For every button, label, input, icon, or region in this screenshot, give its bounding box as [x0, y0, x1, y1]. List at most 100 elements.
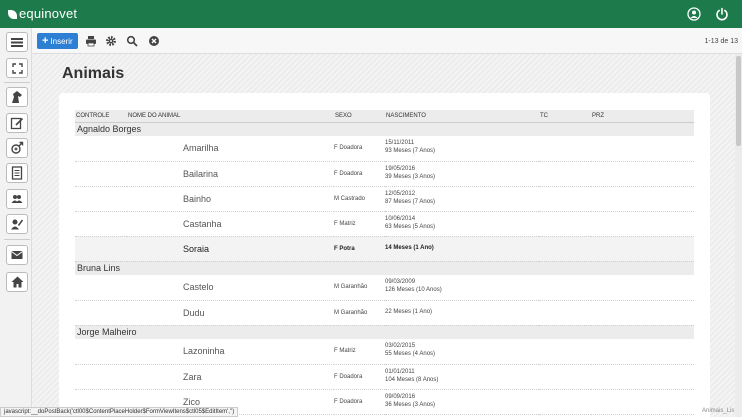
column-header[interactable]: TC	[539, 110, 591, 123]
nav-home-button[interactable]	[6, 272, 28, 292]
column-header[interactable]: CONTROLE	[75, 110, 127, 123]
logo-text: equinovet	[19, 6, 78, 21]
edit-icon	[10, 117, 24, 130]
animal-name[interactable]: Bainho	[127, 186, 334, 212]
print-icon[interactable]	[85, 35, 97, 47]
status-bar-right: Animais_Lis	[702, 408, 735, 414]
owner-name: Agnaldo Borges	[75, 122, 694, 136]
search-icon[interactable]	[126, 35, 138, 47]
fullscreen-button[interactable]	[6, 58, 28, 78]
owner-group-row: Jorge Malheiro	[75, 325, 694, 339]
birth-date: 15/11/2011	[385, 140, 415, 147]
table-header-row: CONTROLE NOME DO ANIMAL SEXO NASCIMENTO …	[75, 110, 694, 123]
table-row[interactable]: Bainho M Castrado 12/05/2012 87 Meses (7 An…	[75, 186, 694, 212]
document-icon	[11, 166, 23, 180]
table-row[interactable]: Bailarina F Doadora 19/05/2016 39 Meses (3 …	[75, 161, 694, 187]
animal-age: 39 Meses (3 Anos)	[385, 173, 436, 180]
left-rail	[0, 28, 32, 417]
nav-animals-button[interactable]	[6, 87, 28, 107]
user-icon[interactable]	[687, 7, 701, 21]
animal-name[interactable]: Bailarina	[127, 161, 334, 187]
nav-records-button[interactable]	[6, 113, 28, 133]
column-header[interactable]: SEXO	[334, 110, 385, 123]
animal-age: 55 Meses (4 Anos)	[385, 351, 436, 358]
nav-reports-button[interactable]	[6, 163, 28, 183]
animal-birth: 19/05/2016 39 Meses (3 Anos)	[385, 161, 539, 187]
column-header[interactable]: NOME DO ANIMAL	[127, 110, 334, 123]
insert-button[interactable]: + Inserir	[37, 33, 78, 49]
animal-age: 22 Meses (1 Ano)	[385, 308, 433, 315]
rail-divider	[4, 82, 30, 83]
animal-age: 104 Meses (8 Anos)	[385, 376, 439, 383]
birth-date: 01/01/2011	[385, 368, 415, 375]
animal-birth: 22 Meses (1 Ano)	[385, 300, 539, 326]
animal-sex: F Matriz	[334, 211, 385, 237]
nav-messages-button[interactable]	[6, 245, 28, 265]
animal-birth: 03/02/2015 55 Meses (4 Anos)	[385, 339, 539, 365]
animal-name[interactable]: Castanha	[127, 211, 334, 237]
leaf-icon	[8, 10, 17, 19]
animal-name[interactable]: Lazoninha	[127, 339, 334, 365]
table-row[interactable]: Lazoninha F Matriz 03/02/2015 55 Meses (4 A…	[75, 339, 694, 365]
animal-birth: 14 Meses (1 Ano)	[385, 236, 539, 262]
rail-divider	[4, 239, 30, 240]
birth-date: 03/02/2015	[385, 343, 416, 350]
scrollbar-thumb[interactable]	[736, 56, 741, 146]
animal-sex: F Matriz	[334, 339, 385, 365]
expand-icon	[11, 62, 23, 74]
main-content: Animais CONTROLE NOME DO ANIMAL SEXO NAS…	[32, 54, 742, 417]
animal-sex: M Castrado	[334, 186, 385, 212]
animal-name[interactable]: Dudu	[127, 300, 334, 326]
table-row[interactable]: Amarilha F Doadora 15/11/2011 93 Meses (7 A…	[75, 136, 694, 162]
nav-people-button[interactable]	[6, 189, 28, 209]
animal-name[interactable]: Soraia	[127, 236, 334, 262]
animal-name[interactable]: Zara	[127, 364, 334, 390]
home-icon	[11, 276, 23, 288]
animal-sex: F Potra	[334, 236, 385, 262]
owner-group-row: Bruna Lins	[75, 261, 694, 275]
birth-date: 10/06/2014	[385, 215, 416, 222]
gender-icon	[11, 141, 24, 154]
animal-sex: M Garanhão	[334, 300, 385, 326]
table-row[interactable]: Castelo M Garanhão 09/03/2009 126 Meses (10…	[75, 275, 694, 301]
animal-name[interactable]: Castelo	[127, 275, 334, 301]
animal-sex: F Doadora	[334, 389, 385, 415]
envelope-icon	[11, 251, 23, 259]
toolbar: + Inserir 1-13 de 13	[32, 28, 742, 54]
animal-sex: M Garanhão	[334, 275, 385, 301]
animal-birth: 09/09/2016 36 Meses (3 Anos)	[385, 389, 539, 415]
vertical-scrollbar[interactable]	[735, 54, 742, 417]
animal-birth: 01/01/2011 104 Meses (8 Anos)	[385, 364, 539, 390]
table-row[interactable]: Soraia F Potra 14 Meses (1 Ano)	[75, 236, 694, 262]
birth-date: 09/09/2016	[385, 393, 416, 400]
animal-age: 14 Meses (1 Ano)	[385, 244, 434, 251]
animal-sex: F Doadora	[334, 136, 385, 162]
birth-date: 09/03/2009	[385, 279, 416, 286]
menu-button[interactable]	[6, 32, 28, 52]
people-icon	[11, 195, 23, 203]
nav-users-button[interactable]	[6, 214, 28, 234]
birth-date: 19/05/2016	[385, 165, 416, 172]
animal-age: 126 Meses (10 Anos)	[385, 287, 442, 294]
nav-breeding-button[interactable]	[6, 138, 28, 158]
animal-age: 63 Meses (5 Anos)	[385, 223, 436, 230]
app-logo[interactable]: equinovet	[8, 6, 77, 21]
animal-name[interactable]: Amarilha	[127, 136, 334, 162]
power-icon[interactable]	[715, 7, 729, 21]
table-row[interactable]: Castanha F Matriz 10/06/2014 63 Meses (5 An…	[75, 211, 694, 237]
animal-birth: 10/06/2014 63 Meses (5 Anos)	[385, 211, 539, 237]
animals-card: CONTROLE NOME DO ANIMAL SEXO NASCIMENTO …	[59, 93, 710, 417]
animal-birth: 12/05/2012 87 Meses (7 Anos)	[385, 186, 539, 212]
clear-icon[interactable]	[148, 35, 160, 47]
animal-age: 87 Meses (7 Anos)	[385, 198, 436, 205]
plus-icon: +	[42, 34, 49, 47]
gear-icon[interactable]	[105, 35, 117, 47]
column-header[interactable]: NASCIMENTO	[385, 110, 539, 123]
horse-icon	[12, 91, 22, 103]
table-row[interactable]: Dudu M Garanhão 22 Meses (1 Ano)	[75, 300, 694, 326]
status-bar-link: javascript:__doPostBack('ctl00$ContentPl…	[0, 407, 239, 417]
table-row[interactable]: Zara F Doadora 01/01/2011 104 Meses (8 Anos…	[75, 364, 694, 390]
animal-age: 36 Meses (3 Anos)	[385, 401, 436, 408]
column-header[interactable]: PRZ	[591, 110, 694, 123]
page-title: Animais	[62, 65, 125, 82]
